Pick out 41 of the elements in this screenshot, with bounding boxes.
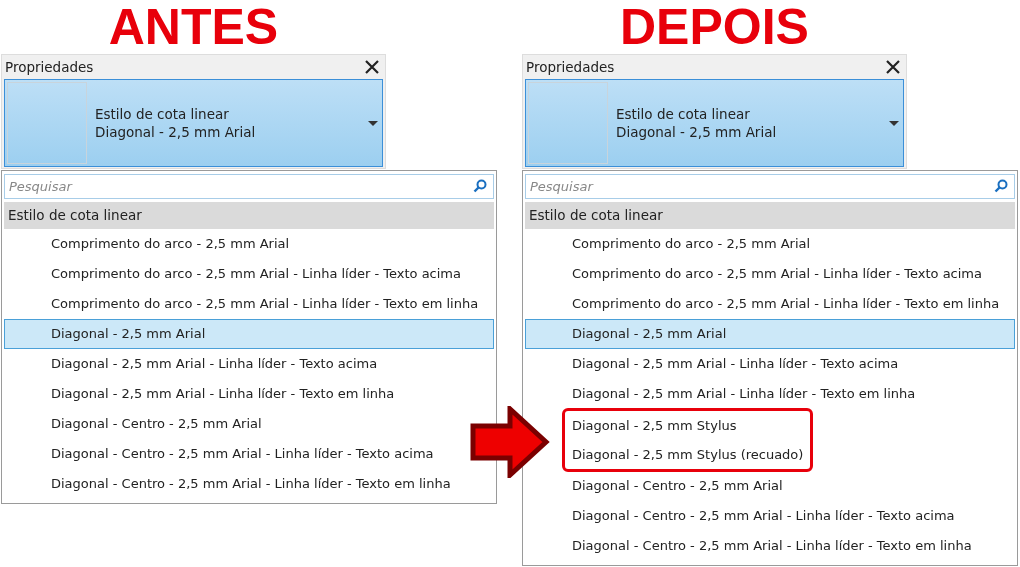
list-item[interactable]: Diagonal - Centro - 2,5 mm Arial - Linha líder - Texto acima bbox=[4, 439, 435, 469]
group-header: Estilo de cota linear bbox=[525, 202, 1015, 229]
search-field[interactable]: Pesquisar bbox=[525, 174, 1015, 199]
list-item[interactable]: Comprimento do arco - 2,5 mm Arial - Linha líder - Texto acima bbox=[4, 259, 462, 289]
list-item[interactable]: Diagonal - 2,5 mm Arial bbox=[4, 319, 494, 349]
group-header: Estilo de cota linear bbox=[4, 202, 494, 229]
list-item[interactable]: Diagonal - Centro - 2,5 mm Arial - Linha líder - Texto em linha bbox=[4, 469, 452, 499]
list-item[interactable]: Comprimento do arco - 2,5 mm Arial bbox=[525, 229, 812, 259]
comparison-heading: DEPOIS bbox=[619, 0, 810, 54]
list-item[interactable]: Diagonal - Centro - 2,5 mm Arial - Linha líder - Texto em linha bbox=[525, 531, 973, 561]
type-selector[interactable]: Estilo de cota linear Diagonal - 2,5 mm Arial bbox=[4, 79, 383, 167]
list-item[interactable]: Diagonal - 2,5 mm Arial - Linha líder - Texto em linha bbox=[525, 379, 917, 409]
panel-title: Propriedades bbox=[526, 59, 615, 75]
list-item[interactable]: Diagonal - 2,5 mm Arial - Linha líder - Texto em linha bbox=[4, 379, 396, 409]
type-family: Estilo de cota linear bbox=[616, 106, 751, 122]
list-item[interactable]: Comprimento do arco - 2,5 mm Arial bbox=[4, 229, 291, 259]
list-item[interactable]: Diagonal - 2,5 mm Stylus bbox=[565, 411, 744, 440]
caret-icon bbox=[889, 120, 899, 126]
type-family: Estilo de cota linear bbox=[95, 106, 230, 122]
type-name: Diagonal - 2,5 mm Arial bbox=[95, 124, 257, 140]
type-selector[interactable]: Estilo de cota linear Diagonal - 2,5 mm Arial bbox=[525, 79, 904, 167]
list-item[interactable]: Diagonal - 2,5 mm Stylus (recuado) bbox=[565, 440, 811, 469]
list-item[interactable]: Diagonal - Centro - 2,5 mm Arial - Linha líder - Texto acima bbox=[525, 501, 956, 531]
list-item[interactable]: Diagonal - Centro - 2,5 mm Arial bbox=[525, 471, 784, 501]
search-icon[interactable] bbox=[473, 179, 487, 193]
arrow-icon bbox=[470, 406, 550, 478]
caret-icon bbox=[368, 120, 378, 126]
list-item[interactable]: Comprimento do arco - 2,5 mm Arial - Linha líder - Texto em linha bbox=[4, 289, 480, 319]
list-item[interactable]: Diagonal - Centro - 2,5 mm Arial bbox=[4, 409, 263, 439]
panel-title: Propriedades bbox=[5, 59, 94, 75]
list-item[interactable]: Comprimento do arco - 2,5 mm Arial - Linha líder - Texto em linha bbox=[525, 289, 1001, 319]
search-icon[interactable] bbox=[994, 179, 1008, 193]
list-item[interactable]: Diagonal - 2,5 mm Arial - Linha líder - Texto acima bbox=[525, 349, 900, 379]
list-item[interactable]: Diagonal - 2,5 mm Arial - Linha líder - Texto acima bbox=[4, 349, 379, 379]
search-field[interactable]: Pesquisar bbox=[4, 174, 494, 199]
comparison-heading: ANTES bbox=[107, 0, 280, 54]
list-item[interactable]: Diagonal - 2,5 mm Arial bbox=[525, 319, 1015, 349]
type-name: Diagonal - 2,5 mm Arial bbox=[616, 124, 778, 140]
close-icon[interactable] bbox=[886, 60, 900, 74]
list-item[interactable]: Comprimento do arco - 2,5 mm Arial - Linha líder - Texto acima bbox=[525, 259, 983, 289]
close-icon[interactable] bbox=[365, 60, 379, 74]
